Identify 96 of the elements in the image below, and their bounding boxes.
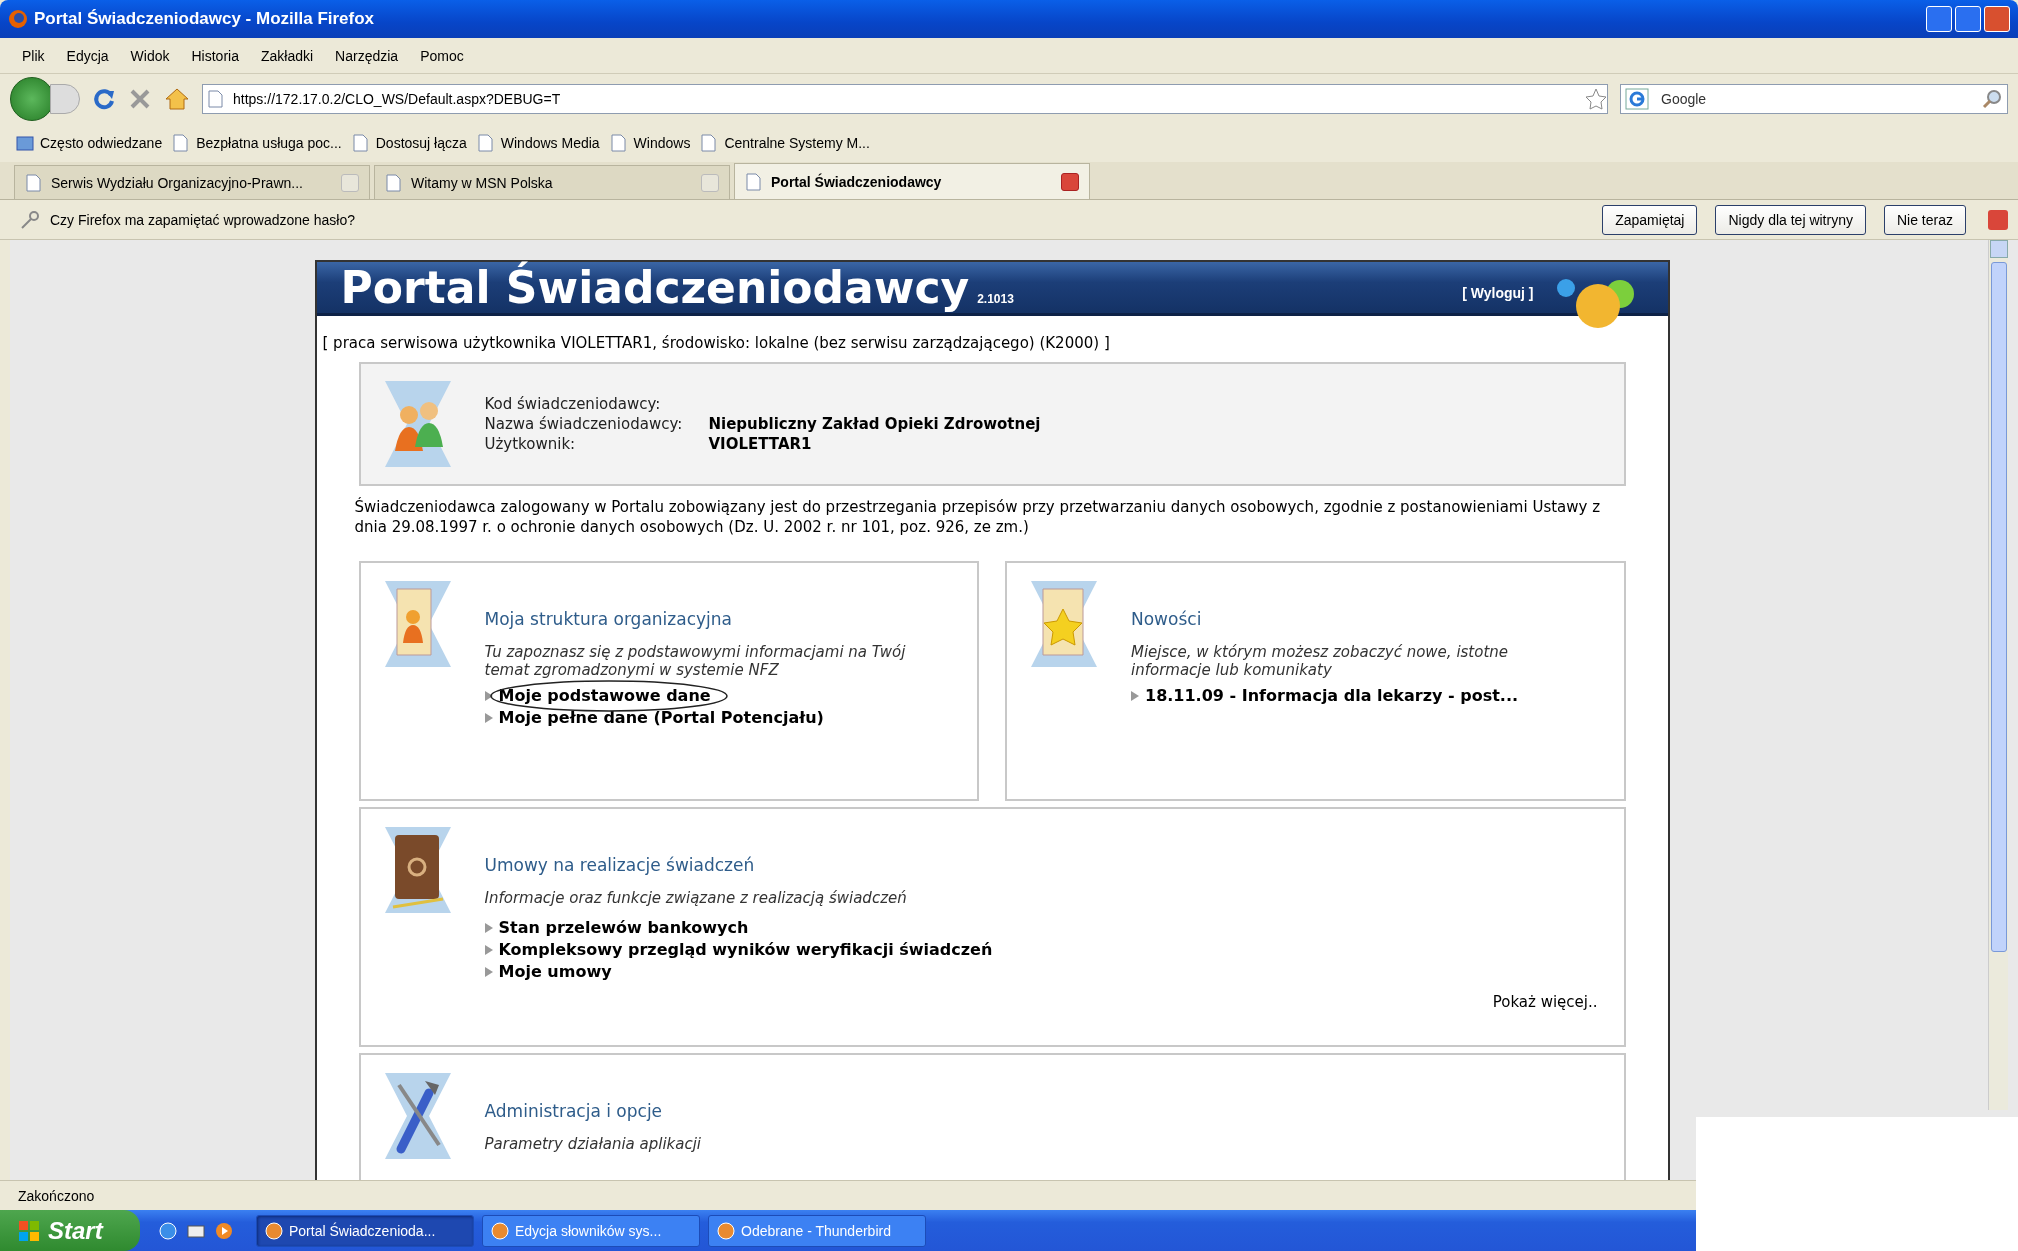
section-title[interactable]: Umowy na realizacje świadczeń: [484, 855, 1600, 875]
notification-button[interactable]: Nigdy dla tej witryny: [1715, 204, 1866, 235]
portal-title: Portal Świadczeniodawcy: [340, 262, 970, 313]
menu-item[interactable]: Historia: [191, 47, 239, 64]
media-player-icon[interactable]: [214, 1220, 234, 1241]
menu-item[interactable]: Widok: [130, 47, 170, 64]
scroll-thumb[interactable]: [1990, 262, 2007, 952]
logout-link[interactable]: [ Wyloguj ]: [1462, 284, 1534, 301]
section-link[interactable]: Kompleksowy przegląd wyników weryfikacji świadczeń: [484, 939, 1600, 961]
page-icon: [700, 134, 719, 152]
stop-icon[interactable]: [128, 87, 152, 111]
minimize-button[interactable]: [1926, 6, 1952, 32]
field-label: Kod świadczeniodawcy:: [484, 395, 662, 413]
browser-tab[interactable]: Portal Świadczeniodawcy: [734, 163, 1090, 199]
triangle-icon: [484, 713, 493, 723]
firefox-icon: [8, 9, 28, 29]
page-icon: [207, 90, 225, 108]
section-title[interactable]: Administracja i opcje: [484, 1101, 1600, 1121]
forward-button[interactable]: [50, 84, 80, 114]
section-description: Parametry działania aplikacji: [484, 1135, 703, 1153]
section-description: Miejsce, w którym możesz zobaczyć nowe, istotne informacje lub komunikaty: [1131, 643, 1510, 679]
browser-icon[interactable]: [158, 1220, 178, 1241]
bookmark[interactable]: Często odwiedzane: [16, 134, 163, 152]
show-more-link[interactable]: Pokaż więcej..: [1492, 993, 1598, 1011]
search-engine-icon[interactable]: [1625, 88, 1649, 110]
taskbar-button[interactable]: Odebrane - Thunderbird: [708, 1214, 926, 1247]
scrollbar[interactable]: [1988, 240, 2008, 1110]
menu-item[interactable]: Narzędzia: [335, 47, 399, 64]
session-info: [ praca serwisowa użytkownika VIOLETTAR1, środowisko: lokalne (bez serwisu zarządzającego) (K2000) ]: [322, 334, 1111, 352]
folder-star-icon: [1031, 581, 1097, 667]
page-icon: [25, 173, 43, 192]
bookmark[interactable]: Centralne Systemy M...: [700, 134, 870, 152]
section-link[interactable]: Moje umowy: [484, 961, 1600, 983]
section-link[interactable]: Stan przelewów bankowych: [484, 917, 1600, 939]
key-icon: [20, 209, 40, 230]
browser-tab[interactable]: Serwis Wydziału Organizacyjno-Prawn...: [14, 165, 370, 199]
app-icon: [717, 1221, 735, 1240]
page-icon: [609, 134, 628, 152]
browser-tab[interactable]: Witamy w MSN Polska: [374, 165, 730, 199]
close-button[interactable]: [1984, 6, 2010, 32]
taskbar-button[interactable]: Portal Świadczenioda...: [256, 1214, 474, 1247]
notification-button[interactable]: Zapamiętaj: [1602, 204, 1698, 235]
home-icon[interactable]: [164, 87, 190, 111]
bookmark[interactable]: Windows: [609, 134, 691, 152]
folder-person-icon: [384, 581, 451, 667]
star-icon[interactable]: [1585, 88, 1607, 110]
start-button[interactable]: Start: [0, 1210, 140, 1251]
page-icon: [385, 173, 403, 192]
search-icon[interactable]: [1982, 89, 2002, 109]
maximize-button[interactable]: [1955, 6, 1981, 32]
app-icon: [491, 1221, 509, 1240]
field-label: Użytkownik:: [484, 435, 577, 453]
section-description: Tu zapoznasz się z podstawowymi informacjami na Twój temat zgromadzonymi w systemie NFZ: [484, 643, 907, 679]
tools-icon: [384, 1073, 451, 1159]
tab-close-button[interactable]: [1061, 172, 1079, 191]
menu-item[interactable]: Edycja: [66, 47, 109, 64]
taskbar-button[interactable]: Edycja słowników sys...: [482, 1214, 700, 1247]
section-link[interactable]: 18.11.09 - Informacja dla lekarzy - post...: [1131, 685, 1600, 707]
page-icon: [476, 134, 495, 152]
triangle-icon: [484, 923, 493, 933]
app-icon: [265, 1221, 283, 1240]
section-link[interactable]: Moje podstawowe dane: [484, 685, 953, 707]
reload-icon[interactable]: [92, 87, 116, 111]
window-title: Portal Świadczeniodawcy - Mozilla Firefox: [34, 9, 376, 29]
menu-item[interactable]: Plik: [22, 47, 45, 64]
wallet-icon: [384, 827, 451, 913]
users-icon: [384, 381, 451, 467]
folder-icon: [16, 134, 34, 152]
version-label: 2.1013: [977, 291, 1015, 306]
field-value: Niepubliczny Zakład Opieki Zdrowotnej: [708, 415, 1041, 433]
bookmark[interactable]: Dostosuj łącza: [351, 134, 467, 152]
field-value: VIOLETTAR1: [708, 435, 813, 453]
page-icon: [172, 134, 191, 152]
notice-text: Świadczeniodawca zalogowany w Portalu zobowiązany jest do przestrzegania przepisów przy przetwarzaniu danych osobowych, zgodnie z postanowieniami Ustawy z dnia 29.08.1997 r. o ochronie danych osobowych (Dz. U. 2002 r. nr 101, poz. 926, ze zm.): [354, 498, 1602, 537]
menu-item[interactable]: Zakładki: [260, 47, 314, 64]
triangle-icon: [1131, 691, 1139, 701]
close-button[interactable]: [1988, 209, 2008, 230]
section-description: Informacje oraz funkcje związane z realizacją świadczeń: [484, 889, 908, 907]
triangle-icon: [484, 945, 493, 955]
notification-text: Czy Firefox ma zapamiętać wprowadzone hasło?: [50, 211, 357, 228]
search-field[interactable]: Google: [1620, 84, 2008, 114]
windows-logo-icon: [18, 1219, 40, 1242]
bookmark[interactable]: Bezpłatna usługa poc...: [172, 134, 342, 152]
triangle-icon: [484, 967, 493, 977]
menu-item[interactable]: Pomoc: [420, 47, 464, 64]
section-title[interactable]: Moja struktura organizacyjna: [484, 609, 953, 629]
bookmark[interactable]: Windows Media: [476, 134, 600, 152]
section-title[interactable]: Nowości: [1131, 609, 1600, 629]
address-bar[interactable]: https://172.17.0.2/CLO_WS/Default.aspx?DEBUG=T: [202, 84, 1608, 114]
triangle-icon: [484, 691, 493, 701]
section-link[interactable]: Moje pełne dane (Portal Potencjału): [484, 707, 953, 729]
page-icon: [745, 172, 763, 191]
scroll-up-button[interactable]: [1989, 240, 2008, 258]
page-icon: [351, 134, 370, 152]
field-label: Nazwa świadczeniodawcy:: [484, 415, 684, 433]
notification-button[interactable]: Nie teraz: [1883, 204, 1966, 235]
